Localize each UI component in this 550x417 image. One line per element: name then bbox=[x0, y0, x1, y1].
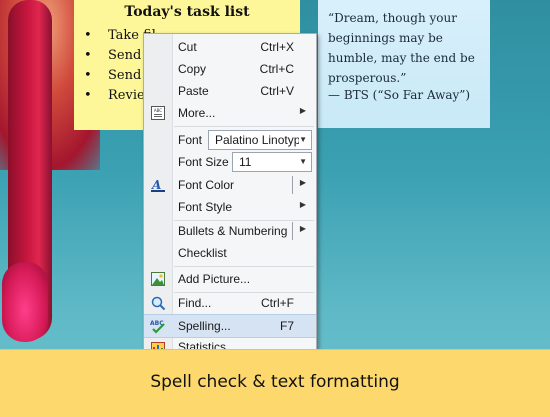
menu-item-label: Paste bbox=[178, 84, 209, 98]
menu-item-font-size: Font Size 11 ▼ bbox=[144, 152, 316, 174]
caption-text: Spell check & text formatting bbox=[150, 372, 400, 392]
context-menu: Cut Ctrl+X Copy Ctrl+C Paste Ctrl+V ABC … bbox=[143, 33, 317, 353]
quote-text: “Dream, though your beginnings may be hu… bbox=[328, 11, 475, 85]
spell-check-icon: ABC bbox=[150, 318, 166, 334]
menu-item-bullets-numbering[interactable]: Bullets & Numbering ▶ bbox=[144, 220, 316, 242]
submenu-arrow-icon: ▶ bbox=[299, 106, 306, 115]
caption-banner: Spell check & text formatting bbox=[0, 349, 550, 417]
note-title: Today's task list bbox=[124, 4, 250, 20]
menu-item-label: Font bbox=[178, 133, 203, 147]
menu-item-spelling[interactable]: ABC Spelling... F7 bbox=[144, 314, 316, 338]
search-icon bbox=[150, 295, 166, 311]
font-size-value: 11 bbox=[239, 155, 252, 169]
menu-item-more[interactable]: ABC More... ▶ bbox=[144, 102, 316, 124]
menu-item-label: Checklist bbox=[178, 246, 227, 260]
menu-item-label: More... bbox=[178, 106, 216, 120]
more-commands-icon: ABC bbox=[150, 105, 166, 121]
menu-item-label: Font Color bbox=[178, 178, 235, 192]
menu-item-label: Cut bbox=[178, 40, 197, 54]
menu-separator bbox=[174, 266, 314, 267]
menu-item-label: Copy bbox=[178, 62, 207, 76]
submenu-arrow-icon: ▶ bbox=[299, 200, 306, 209]
font-size-dropdown[interactable]: 11 ▼ bbox=[232, 152, 312, 172]
split-button-divider bbox=[292, 176, 293, 194]
svg-text:A: A bbox=[151, 178, 161, 192]
menu-item-label: Add Picture... bbox=[178, 272, 251, 286]
flower-tip-image bbox=[2, 262, 48, 342]
menu-item-shortcut: Ctrl+F bbox=[261, 296, 294, 310]
menu-item-checklist[interactable]: Checklist bbox=[144, 242, 316, 264]
menu-item-label: Find... bbox=[178, 296, 212, 310]
chevron-down-icon: ▼ bbox=[299, 135, 307, 144]
menu-separator bbox=[174, 126, 314, 127]
menu-item-font-style[interactable]: Font Style ▶ bbox=[144, 196, 316, 218]
menu-item-font-color[interactable]: A Font Color ▶ bbox=[144, 174, 316, 196]
menu-item-paste[interactable]: Paste Ctrl+V bbox=[144, 80, 316, 102]
quote-attribution: — BTS (“So Far Away”) bbox=[328, 88, 471, 102]
menu-item-add-picture[interactable]: Add Picture... bbox=[144, 268, 316, 290]
svg-text:ABC: ABC bbox=[154, 108, 162, 113]
sticky-note-quote[interactable]: “Dream, though your beginnings may be hu… bbox=[318, 0, 490, 128]
menu-item-label: Font Style bbox=[178, 200, 233, 214]
menu-item-copy[interactable]: Copy Ctrl+C bbox=[144, 58, 316, 80]
submenu-arrow-icon: ▶ bbox=[299, 178, 306, 187]
font-color-icon: A bbox=[150, 177, 166, 193]
menu-item-label: Bullets & Numbering bbox=[178, 224, 288, 238]
picture-icon bbox=[150, 271, 166, 287]
menu-item-shortcut: Ctrl+C bbox=[259, 62, 294, 76]
menu-item-font: Font Palatino Linotype ▼ bbox=[144, 130, 316, 152]
menu-item-find[interactable]: Find... Ctrl+F bbox=[144, 292, 316, 314]
menu-item-shortcut: F7 bbox=[279, 319, 294, 333]
menu-item-label: Spelling... bbox=[178, 319, 231, 333]
menu-item-shortcut: Ctrl+V bbox=[260, 84, 294, 98]
submenu-arrow-icon: ▶ bbox=[299, 224, 306, 233]
menu-item-cut[interactable]: Cut Ctrl+X bbox=[144, 36, 316, 58]
menu-item-shortcut: Ctrl+X bbox=[260, 40, 294, 54]
menu-item-label: Font Size bbox=[178, 155, 229, 169]
font-dropdown[interactable]: Palatino Linotype ▼ bbox=[208, 130, 312, 150]
split-button-divider bbox=[292, 222, 293, 240]
font-dropdown-value: Palatino Linotype bbox=[215, 133, 299, 147]
chevron-down-icon: ▼ bbox=[299, 157, 307, 166]
